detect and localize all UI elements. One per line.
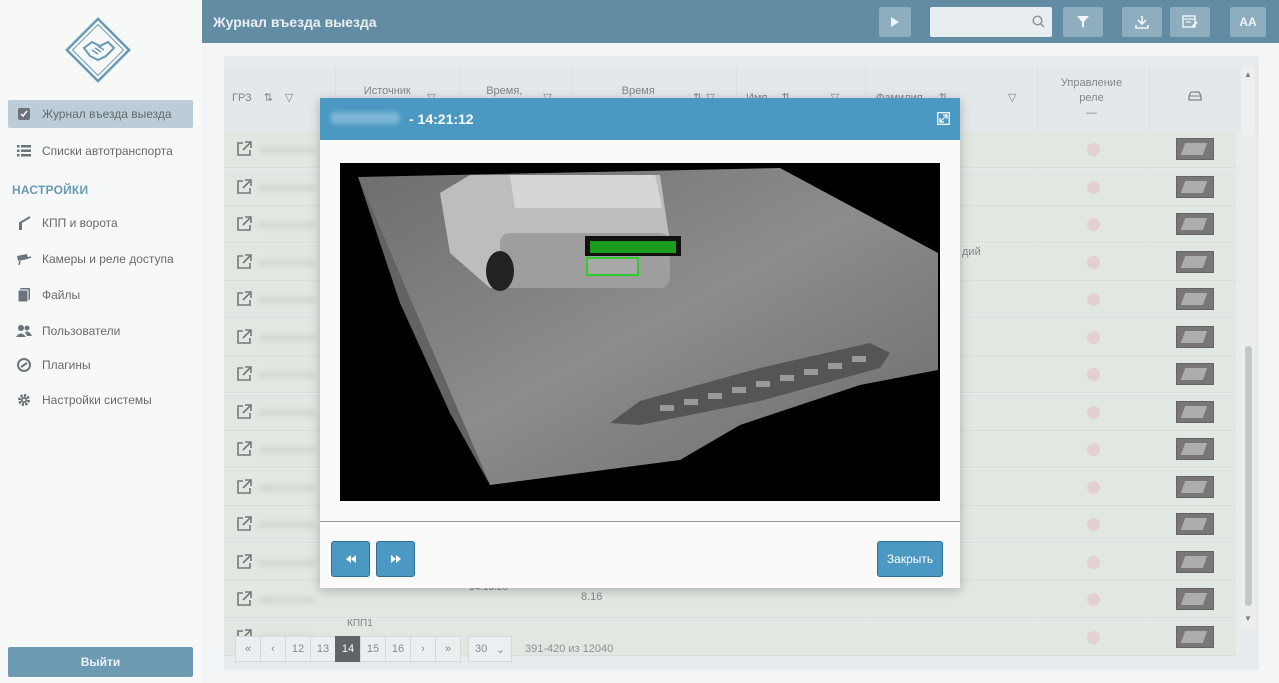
video-frame[interactable] [340, 163, 940, 501]
close-button[interactable]: Закрыть [877, 541, 943, 577]
modal-title-time: - 14:21:12 [409, 111, 474, 127]
fast-forward-icon [390, 555, 401, 563]
camera-snapshot [340, 163, 938, 501]
rewind-button[interactable] [331, 541, 370, 577]
modal-header: - 14:21:12 [320, 98, 960, 140]
rewind-icon [345, 555, 356, 563]
fast-forward-button[interactable] [376, 541, 415, 577]
plate-number-redacted [330, 112, 400, 124]
video-modal: - 14:21:12 Закрыть [320, 98, 960, 588]
modal-footer-divider [320, 521, 960, 522]
expand-icon[interactable] [937, 112, 950, 125]
